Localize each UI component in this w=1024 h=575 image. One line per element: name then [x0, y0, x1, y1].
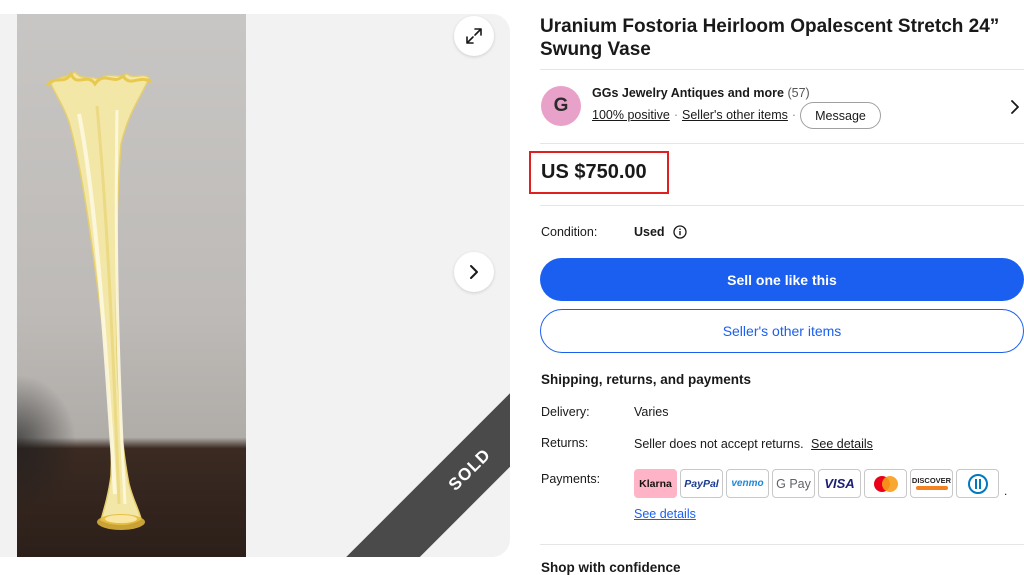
visa-logo: VISA [818, 469, 861, 498]
separator-dot: · [673, 108, 678, 122]
shop-with-confidence-heading: Shop with confidence [541, 560, 681, 575]
sold-label: SOLD [444, 444, 495, 495]
payment-methods: Klarna PayPal venmo G Pay VISA DISCOVER … [634, 469, 1007, 498]
seller-other-items-link[interactable]: Seller's other items [682, 108, 788, 122]
payments-see-details-link[interactable]: See details [634, 507, 696, 521]
returns-see-details-link[interactable]: See details [811, 437, 873, 451]
info-icon[interactable] [672, 225, 687, 239]
seller-avatar[interactable]: G [541, 86, 581, 126]
vase-illustration [45, 70, 152, 530]
item-price: US $750.00 [541, 161, 647, 183]
image-gallery: SOLD [0, 14, 510, 557]
seller-links: 100% positive · Seller's other items · [592, 108, 800, 122]
payments-label: Payments: [541, 472, 601, 486]
klarna-logo: Klarna [634, 469, 677, 498]
payments-end-dot: . [1004, 484, 1008, 498]
google-pay-logo: G Pay [772, 469, 815, 498]
discover-label: DISCOVER [911, 476, 952, 485]
item-photo[interactable] [17, 14, 246, 557]
shipping-heading: Shipping, returns, and payments [541, 372, 752, 387]
seller-feedback-count: (57) [787, 86, 810, 100]
expand-icon [466, 28, 482, 44]
returns-value: Seller does not accept returns. [634, 437, 804, 451]
next-image-button[interactable] [454, 252, 494, 292]
divider [540, 205, 1024, 206]
sold-ribbon: SOLD [338, 338, 510, 557]
seller-other-items-button[interactable]: Seller's other items [540, 309, 1024, 353]
condition-value: Used [634, 225, 665, 239]
message-button[interactable]: Message [800, 102, 881, 129]
paypal-logo: PayPal [680, 469, 723, 498]
divider [540, 69, 1024, 70]
returns-value-row: Seller does not accept returns. See deta… [634, 437, 873, 451]
positive-feedback-link[interactable]: 100% positive [592, 108, 670, 122]
divider [540, 544, 1024, 545]
delivery-label: Delivery: [541, 405, 590, 419]
venmo-logo: venmo [726, 469, 769, 498]
delivery-value: Varies [634, 405, 669, 419]
seller-name-row[interactable]: GGs Jewelry Antiques and more (57) [592, 86, 810, 100]
diners-club-icon [956, 469, 999, 498]
condition-value-row: Used [634, 225, 687, 239]
chevron-right-icon [1011, 100, 1019, 114]
separator-dot: · [791, 108, 797, 122]
mastercard-icon [864, 469, 907, 498]
seller-name[interactable]: GGs Jewelry Antiques and more [592, 86, 784, 100]
divider [540, 143, 1024, 144]
seller-chevron-button[interactable] [1010, 99, 1020, 120]
expand-image-button[interactable] [454, 16, 494, 56]
returns-label: Returns: [541, 436, 589, 450]
chevron-right-icon [470, 265, 478, 279]
sell-one-like-this-button[interactable]: Sell one like this [540, 258, 1024, 301]
item-title: Uranium Fostoria Heirloom Opalescent Str… [540, 16, 1000, 60]
discover-logo: DISCOVER [910, 469, 953, 498]
condition-label: Condition: [541, 225, 598, 239]
